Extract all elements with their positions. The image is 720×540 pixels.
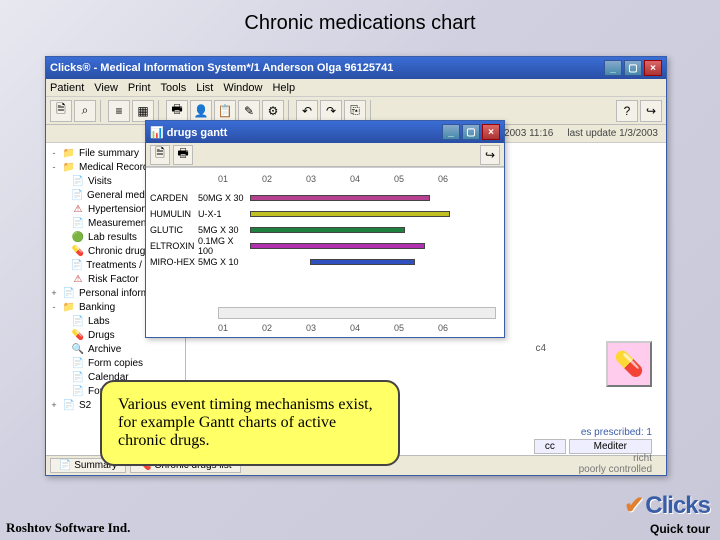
gantt-title: 📊 drugs gantt bbox=[150, 126, 227, 139]
table-h1[interactable]: cc bbox=[534, 439, 566, 454]
clicks-logo: Clicks bbox=[624, 491, 710, 520]
toolbar-btn-9[interactable]: ⚙ bbox=[262, 100, 284, 122]
gantt-minimize[interactable]: _ bbox=[442, 124, 460, 140]
gantt-row: ELTROXIN0.1MG X 100 bbox=[150, 238, 496, 253]
slide-title: Chronic medications chart bbox=[0, 0, 720, 43]
menu-window[interactable]: Window bbox=[223, 82, 262, 94]
gantt-bar[interactable] bbox=[250, 211, 450, 217]
app-titlebar[interactable]: Clicks® - Medical Information System*/1 … bbox=[46, 57, 666, 79]
menubar: Patient View Print Tools List Window Hel… bbox=[46, 79, 666, 97]
toolbar-exit[interactable]: ↪ bbox=[640, 100, 662, 122]
menu-list[interactable]: List bbox=[196, 82, 213, 94]
toolbar-btn-1[interactable]: 🗎 bbox=[50, 100, 72, 122]
gantt-row: MIRO-HEX5MG X 10 bbox=[150, 254, 496, 269]
close-button[interactable]: × bbox=[644, 60, 662, 76]
toolbar-btn-8[interactable]: ✎ bbox=[238, 100, 260, 122]
toolbar-btn-4[interactable]: ▦ bbox=[132, 100, 154, 122]
menu-print[interactable]: Print bbox=[128, 82, 151, 94]
gantt-bar[interactable] bbox=[250, 243, 425, 249]
gantt-tool-2[interactable]: 🖶 bbox=[173, 145, 193, 165]
gantt-scrollbar[interactable] bbox=[218, 307, 496, 319]
menu-view[interactable]: View bbox=[94, 82, 118, 94]
footer-quicktour: Quick tour bbox=[650, 522, 710, 536]
tree-node[interactable]: 📄Form copies bbox=[46, 356, 185, 370]
menu-tools[interactable]: Tools bbox=[161, 82, 187, 94]
menu-help[interactable]: Help bbox=[272, 82, 295, 94]
menu-patient[interactable]: Patient bbox=[50, 82, 84, 94]
toolbar-btn-5[interactable]: 🖶 bbox=[166, 100, 188, 122]
toolbar-btn-11[interactable]: ↷ bbox=[320, 100, 342, 122]
toolbar-btn-2[interactable]: ⌕ bbox=[74, 100, 96, 122]
callout-bubble: Various event timing mechanisms exist, f… bbox=[100, 380, 400, 466]
gantt-chart: 010203040506 CARDEN50MG X 30HUMULINU-X-1… bbox=[146, 167, 504, 337]
axis-top: 010203040506 bbox=[218, 174, 496, 184]
table-rows: richt poorly controlled bbox=[579, 453, 652, 475]
medication-icon[interactable]: 💊 bbox=[606, 341, 652, 387]
toolbar-btn-6[interactable]: 👤 bbox=[190, 100, 212, 122]
gantt-bar[interactable] bbox=[250, 227, 405, 233]
table-header: cc Mediter bbox=[534, 441, 652, 452]
gantt-row: CARDEN50MG X 30 bbox=[150, 190, 496, 205]
toolbar-btn-12[interactable]: ⎘ bbox=[344, 100, 366, 122]
app-title: Clicks® - Medical Information System*/1 … bbox=[50, 62, 393, 74]
table-row[interactable]: poorly controlled bbox=[579, 464, 652, 475]
table-h2[interactable]: Mediter bbox=[569, 439, 652, 454]
col-c4: c4 bbox=[535, 343, 546, 354]
gantt-window: 📊 drugs gantt _ ▢ × 🗎 🖶 ↪ 010203040506 C… bbox=[145, 120, 505, 338]
prescribed-label: es prescribed: 1 bbox=[581, 427, 652, 438]
gantt-bar[interactable] bbox=[250, 195, 430, 201]
axis-bottom: 010203040506 bbox=[218, 323, 496, 333]
gantt-bar[interactable] bbox=[310, 259, 415, 265]
toolbar-btn-7[interactable]: 📋 bbox=[214, 100, 236, 122]
gantt-row: HUMULINU-X-1 bbox=[150, 206, 496, 221]
minimize-button[interactable]: _ bbox=[604, 60, 622, 76]
gantt-tool-exit[interactable]: ↪ bbox=[480, 145, 500, 165]
toolbar-btn-10[interactable]: ↶ bbox=[296, 100, 318, 122]
gantt-tool-1[interactable]: 🗎 bbox=[150, 145, 170, 165]
gantt-maximize[interactable]: ▢ bbox=[462, 124, 480, 140]
gantt-titlebar[interactable]: 📊 drugs gantt _ ▢ × bbox=[146, 121, 504, 143]
footer-company: Roshtov Software Ind. bbox=[6, 520, 130, 536]
table-row[interactable]: richt bbox=[579, 453, 652, 464]
toolbar-help[interactable]: ? bbox=[616, 100, 638, 122]
gantt-toolbar: 🗎 🖶 ↪ bbox=[146, 143, 504, 167]
status-update: last update 1/3/2003 bbox=[567, 128, 658, 139]
tree-node[interactable]: 🔍Archive bbox=[46, 342, 185, 356]
gantt-close[interactable]: × bbox=[482, 124, 500, 140]
toolbar-btn-3[interactable]: ≡ bbox=[108, 100, 130, 122]
maximize-button[interactable]: ▢ bbox=[624, 60, 642, 76]
